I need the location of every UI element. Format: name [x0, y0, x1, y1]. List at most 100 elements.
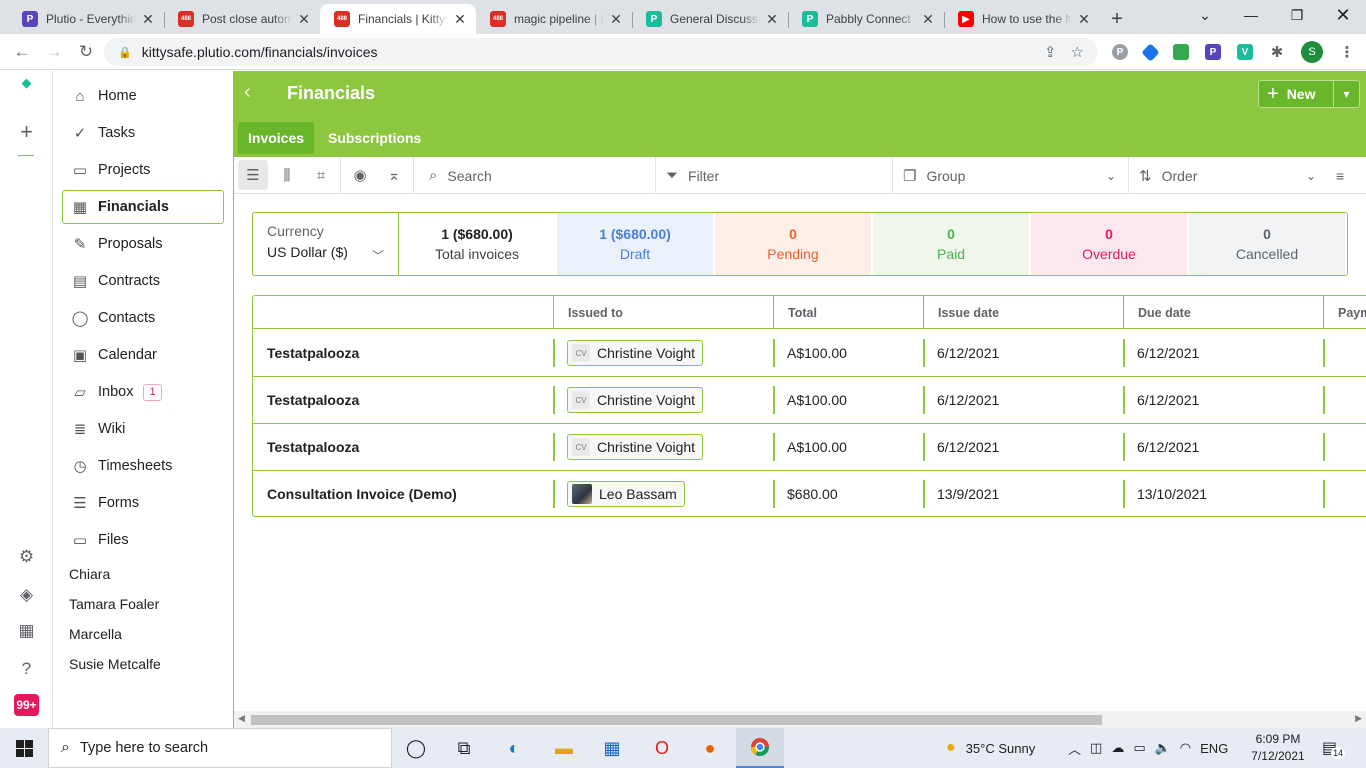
tab-close-icon[interactable]: ✕: [296, 11, 312, 28]
sidebar-item-wiki[interactable]: ≣ Wiki: [62, 412, 224, 446]
tab-close-icon[interactable]: ✕: [140, 11, 156, 28]
sidebar-item-inbox[interactable]: ▱ Inbox 1: [62, 375, 224, 409]
apps-grid-icon[interactable]: ▦: [0, 621, 53, 641]
browser-tab[interactable]: P General Discussion ✕: [632, 4, 788, 34]
menu-dots-icon[interactable]: ⋮: [1339, 44, 1355, 61]
help-icon[interactable]: ?: [0, 659, 53, 679]
tab-invoices[interactable]: Invoices: [238, 122, 315, 154]
scroll-right-icon[interactable]: ▶: [1355, 713, 1362, 724]
client-chip[interactable]: CV Christine Voight: [567, 387, 704, 413]
edge-icon[interactable]: ◐: [490, 728, 538, 768]
scrollbar-thumb[interactable]: [251, 715, 1102, 725]
browser-tab[interactable]: P Plutio - Everything ✕: [8, 4, 164, 34]
profile-avatar[interactable]: S: [1301, 41, 1323, 63]
sidebar-item-tasks[interactable]: ✓ Tasks: [62, 116, 224, 150]
timeline-view-icon[interactable]: ⌗: [306, 160, 336, 190]
browser-tab[interactable]: 488 magic pipeline | Kittysafe ✕: [476, 4, 632, 34]
tab-close-icon[interactable]: ✕: [764, 11, 780, 28]
opera-icon[interactable]: O: [638, 728, 686, 768]
order-select[interactable]: ⇅ Order ⌄: [1128, 157, 1328, 194]
wifi-icon[interactable]: ◠: [1180, 740, 1191, 756]
stat-card-cancelled[interactable]: 0 Cancelled: [1189, 213, 1347, 275]
clock[interactable]: 6:09 PM 7/12/2021: [1250, 731, 1306, 765]
add-icon[interactable]: +: [0, 119, 53, 145]
chrome-icon[interactable]: [736, 728, 784, 768]
tab-close-icon[interactable]: ✕: [452, 11, 468, 28]
firefox-icon[interactable]: ●: [686, 728, 734, 768]
taskbar-search-input[interactable]: ⌕ Type here to search: [48, 728, 392, 768]
table-row[interactable]: Testatpalooza CV Christine Voight A$100.00 6…: [253, 424, 1366, 471]
tab-subscriptions[interactable]: Subscriptions: [318, 122, 431, 154]
browser-tab[interactable]: ▶ How to use the New ✕: [944, 4, 1100, 34]
notification-badge[interactable]: 99+: [14, 694, 39, 716]
sidebar-person[interactable]: Marcella: [69, 626, 122, 642]
extension-p-icon[interactable]: P: [1112, 44, 1128, 60]
share-icon[interactable]: ⇪: [1044, 43, 1057, 61]
extension-plutio-icon[interactable]: P: [1205, 44, 1221, 60]
currency-select[interactable]: Currency US Dollar ($) ﹀: [253, 213, 399, 275]
collapse-chevron-icon[interactable]: ‹: [244, 81, 251, 104]
sidebar-item-proposals[interactable]: ✎ Proposals: [62, 227, 224, 261]
workspace-logo-icon[interactable]: ◆: [0, 75, 53, 91]
extension-diamond-icon[interactable]: [1141, 42, 1160, 62]
network-icon[interactable]: ☁: [1111, 740, 1124, 756]
sidebar-item-files[interactable]: ▭ Files: [62, 523, 224, 557]
sidebar-item-calendar[interactable]: ▣ Calendar: [62, 338, 224, 372]
sidebar-item-home[interactable]: ⌂ Home: [62, 79, 224, 113]
new-tab-button[interactable]: +: [1100, 4, 1134, 34]
sidebar-person[interactable]: Susie Metcalfe: [69, 656, 161, 672]
table-row[interactable]: Testatpalooza CV Christine Voight A$100.00 6…: [253, 377, 1366, 424]
browser-tab[interactable]: 488 Financials | Kittysafe ✕: [320, 4, 476, 34]
task-view-icon[interactable]: ⧉: [440, 728, 488, 768]
bookmark-star-icon[interactable]: ☆: [1071, 43, 1084, 61]
language-indicator[interactable]: ENG: [1200, 741, 1228, 756]
search-input[interactable]: ⌕ Search: [429, 157, 655, 194]
column-header-issued-to[interactable]: Issued to: [553, 296, 623, 329]
column-header-total[interactable]: Total: [773, 296, 817, 329]
tab-search-icon[interactable]: ⌄: [1182, 0, 1228, 30]
back-arrow-icon[interactable]: ←: [6, 36, 38, 68]
address-bar[interactable]: 🔒 kittysafe.plutio.com/financials/invoic…: [104, 38, 1098, 66]
reload-icon[interactable]: ↻: [70, 36, 102, 68]
sort-direction-icon[interactable]: ≡: [1336, 157, 1360, 194]
table-row[interactable]: Consultation Invoice (Demo) Leo Bassam $68…: [253, 471, 1366, 518]
stat-card-total-invoices[interactable]: 1 ($680.00) Total invoices: [399, 213, 557, 275]
cortana-icon[interactable]: ◯: [392, 728, 440, 768]
column-header-due-date[interactable]: Due date: [1123, 296, 1191, 329]
tray-chevron-up-icon[interactable]: ︿: [1068, 739, 1081, 758]
browser-tab[interactable]: 488 Post close automation ✕: [164, 4, 320, 34]
pin-icon[interactable]: ⌅: [379, 160, 409, 190]
stat-card-pending[interactable]: 0 Pending: [715, 213, 873, 275]
weather-widget[interactable]: ● 35°C Sunny: [946, 728, 1035, 768]
tab-close-icon[interactable]: ✕: [920, 11, 936, 28]
visibility-icon[interactable]: ◉: [345, 160, 375, 190]
scroll-left-icon[interactable]: ◀: [238, 713, 245, 724]
new-button[interactable]: + New ▾: [1258, 80, 1360, 108]
volume-icon[interactable]: 🔈: [1155, 740, 1171, 756]
browser-tab[interactable]: P Pabbly Connect ✕: [788, 4, 944, 34]
tab-close-icon[interactable]: ✕: [608, 11, 624, 28]
battery-icon[interactable]: ▭: [1133, 740, 1145, 756]
client-chip[interactable]: CV Christine Voight: [567, 340, 704, 366]
notification-center-icon[interactable]: ▤ 14: [1322, 728, 1346, 768]
stat-card-paid[interactable]: 0 Paid: [873, 213, 1031, 275]
sidebar-person[interactable]: Tamara Foaler: [69, 596, 159, 612]
settings-gear-icon[interactable]: ⚙: [0, 547, 53, 567]
extension-folder-icon[interactable]: [1173, 44, 1189, 60]
sidebar-item-timesheets[interactable]: ◷ Timesheets: [62, 449, 224, 483]
puzzle-icon[interactable]: ✱: [1269, 44, 1285, 61]
table-row[interactable]: Testatpalooza CV Christine Voight A$100.00 6…: [253, 330, 1366, 377]
store-icon[interactable]: ▦: [588, 728, 636, 768]
stat-card-overdue[interactable]: 0 Overdue: [1031, 213, 1189, 275]
file-explorer-icon[interactable]: ▬: [540, 728, 588, 768]
close-window-icon[interactable]: ✕: [1320, 0, 1366, 30]
column-header-issue-date[interactable]: Issue date: [923, 296, 999, 329]
meet-icon[interactable]: ◫: [1090, 740, 1102, 756]
theme-icon[interactable]: ◈: [0, 585, 53, 605]
new-dropdown-chevron-icon[interactable]: ▾: [1333, 81, 1359, 107]
forward-arrow-icon[interactable]: →: [38, 36, 70, 68]
sidebar-item-contacts[interactable]: ◯ Contacts: [62, 301, 224, 335]
client-chip[interactable]: CV Christine Voight: [567, 434, 704, 460]
client-chip[interactable]: Leo Bassam: [567, 481, 685, 507]
extension-v-icon[interactable]: V: [1237, 44, 1253, 60]
